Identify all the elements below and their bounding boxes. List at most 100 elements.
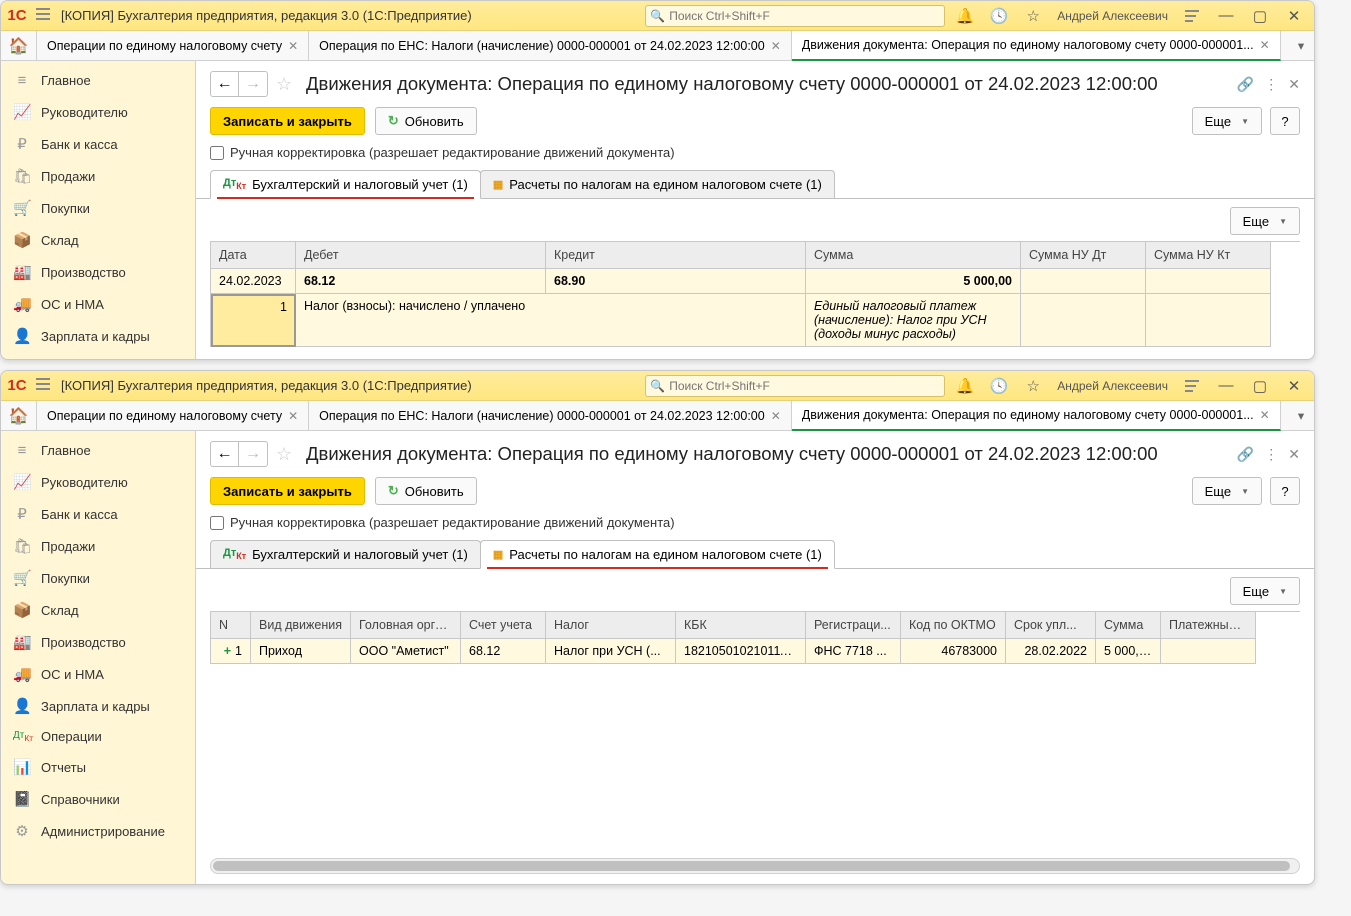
tab-document-movements[interactable]: Движения документа: Операция по единому … xyxy=(792,401,1281,431)
nav-sales[interactable]: 🛍Продажи xyxy=(1,160,195,192)
cell-due[interactable]: 28.02.2022 xyxy=(1006,639,1096,664)
nav-os[interactable]: 🚚ОС и НМА xyxy=(1,658,195,690)
history-icon[interactable]: 🕓 xyxy=(985,375,1013,397)
nav-purch[interactable]: 🛒Покупки xyxy=(1,562,195,594)
cell-debit[interactable]: 68.12 xyxy=(296,269,546,294)
cell-paydoc[interactable] xyxy=(1161,639,1256,664)
kebab-menu-icon[interactable]: ⋮ xyxy=(1264,446,1278,463)
tab-close-icon[interactable]: ✕ xyxy=(771,409,781,423)
more-button[interactable]: Еще xyxy=(1192,477,1262,505)
forward-arrow-icon[interactable]: → xyxy=(239,72,267,96)
nav-reports[interactable]: 📊Отчеты xyxy=(1,751,195,783)
search-input[interactable] xyxy=(669,379,940,393)
nav-ops[interactable]: ДтКтОперации xyxy=(1,722,195,751)
cell-debit-desc[interactable]: Налог (взносы): начислено / уплачено xyxy=(296,294,806,347)
nav-bank[interactable]: ₽Банк и касса xyxy=(1,498,195,530)
star-icon[interactable]: ☆ xyxy=(1019,5,1047,27)
scrollbar-thumb[interactable] xyxy=(213,861,1290,871)
tab-tax-register[interactable]: ▦Расчеты по налогам на едином налоговом … xyxy=(480,540,835,569)
tab-ens-operation[interactable]: Операция по ЕНС: Налоги (начисление) 000… xyxy=(309,31,792,60)
cell-acct[interactable]: 68.12 xyxy=(461,639,546,664)
manual-edit-checkbox[interactable] xyxy=(210,516,224,530)
nav-bank[interactable]: ₽Банк и касса xyxy=(1,128,195,160)
tab-accounting[interactable]: ДтКтБухгалтерский и налоговый учет (1) xyxy=(210,540,481,568)
cell-empty[interactable] xyxy=(1021,294,1146,347)
tab-ens-operation[interactable]: Операция по ЕНС: Налоги (начисление) 000… xyxy=(309,401,792,430)
settings-menu-icon[interactable] xyxy=(1178,375,1206,397)
bell-icon[interactable]: 🔔 xyxy=(951,375,979,397)
tab-tax-register[interactable]: ▦Расчеты по налогам на едином налоговом … xyxy=(480,170,835,198)
cell-sum-nu-kt[interactable] xyxy=(1146,269,1271,294)
refresh-button[interactable]: ↻Обновить xyxy=(375,107,477,135)
tab-accounting[interactable]: ДтКтБухгалтерский и налоговый учет (1) xyxy=(210,170,481,199)
grid-more-button[interactable]: Еще xyxy=(1230,577,1300,605)
nav-salary[interactable]: 👤Зарплата и кадры xyxy=(1,690,195,722)
save-close-button[interactable]: Записать и закрыть xyxy=(210,107,365,135)
nav-manager[interactable]: 📈Руководителю xyxy=(1,96,195,128)
tab-operations-list[interactable]: Операции по единому налоговому счету✕ xyxy=(37,401,309,430)
forward-arrow-icon[interactable]: → xyxy=(239,442,267,466)
nav-stock[interactable]: 📦Склад xyxy=(1,594,195,626)
nav-main[interactable]: ≡Главное xyxy=(1,65,195,96)
link-icon[interactable]: 🔗 xyxy=(1237,446,1254,463)
cell-sum[interactable]: 5 000,00 xyxy=(1096,639,1161,664)
favorite-star-icon[interactable]: ☆ xyxy=(276,444,298,465)
user-name[interactable]: Андрей Алексеевич xyxy=(1053,9,1172,23)
more-button[interactable]: Еще xyxy=(1192,107,1262,135)
nav-main[interactable]: ≡Главное xyxy=(1,435,195,466)
star-icon[interactable]: ☆ xyxy=(1019,375,1047,397)
tab-close-icon[interactable]: ✕ xyxy=(771,39,781,53)
tab-close-icon[interactable]: ✕ xyxy=(288,39,298,53)
close-panel-icon[interactable]: ✕ xyxy=(1288,76,1300,93)
help-button[interactable]: ? xyxy=(1270,477,1300,505)
cell-kbk[interactable]: 1821050102101110... xyxy=(676,639,806,664)
nav-sales[interactable]: 🛍Продажи xyxy=(1,530,195,562)
cell-date[interactable]: 24.02.2023 xyxy=(211,269,296,294)
close-panel-icon[interactable]: ✕ xyxy=(1288,446,1300,463)
global-search[interactable]: 🔍 xyxy=(645,375,945,397)
back-arrow-icon[interactable]: ← xyxy=(211,442,239,466)
tab-overflow-icon[interactable]: ▾ xyxy=(1288,401,1314,430)
home-tab-icon[interactable]: 🏠 xyxy=(1,401,37,430)
cell-tax[interactable]: Налог при УСН (... xyxy=(546,639,676,664)
manual-edit-checkbox[interactable] xyxy=(210,146,224,160)
cell-org[interactable]: ООО "Аметист" xyxy=(351,639,461,664)
cell-sum-nu-dt[interactable] xyxy=(1021,269,1146,294)
history-icon[interactable]: 🕓 xyxy=(985,5,1013,27)
settings-menu-icon[interactable] xyxy=(1178,5,1206,27)
main-menu-icon[interactable] xyxy=(35,7,55,24)
global-search[interactable]: 🔍 xyxy=(645,5,945,27)
nav-dirs[interactable]: 📓Справочники xyxy=(1,783,195,815)
nav-admin[interactable]: ⚙Администрирование xyxy=(1,815,195,847)
nav-stock[interactable]: 📦Склад xyxy=(1,224,195,256)
tab-close-icon[interactable]: ✕ xyxy=(1260,408,1270,422)
kebab-menu-icon[interactable]: ⋮ xyxy=(1264,76,1278,93)
help-button[interactable]: ? xyxy=(1270,107,1300,135)
nav-purch[interactable]: 🛒Покупки xyxy=(1,192,195,224)
nav-manager[interactable]: 📈Руководителю xyxy=(1,466,195,498)
home-tab-icon[interactable]: 🏠 xyxy=(1,31,37,60)
tab-operations-list[interactable]: Операции по единому налоговому счету✕ xyxy=(37,31,309,60)
cell-sum[interactable]: 5 000,00 xyxy=(806,269,1021,294)
nav-salary[interactable]: 👤Зарплата и кадры xyxy=(1,320,195,352)
cell-type[interactable]: Приход xyxy=(251,639,351,664)
save-close-button[interactable]: Записать и закрыть xyxy=(210,477,365,505)
close-icon[interactable]: ✕ xyxy=(1280,375,1308,397)
maximize-icon[interactable]: ▢ xyxy=(1246,375,1274,397)
nav-prod[interactable]: 🏭Производство xyxy=(1,626,195,658)
search-input[interactable] xyxy=(669,9,940,23)
close-icon[interactable]: ✕ xyxy=(1280,5,1308,27)
tab-overflow-icon[interactable]: ▾ xyxy=(1288,31,1314,60)
minimize-icon[interactable]: — xyxy=(1212,5,1240,27)
tab-close-icon[interactable]: ✕ xyxy=(288,409,298,423)
link-icon[interactable]: 🔗 xyxy=(1237,76,1254,93)
horizontal-scrollbar[interactable] xyxy=(210,858,1300,874)
refresh-button[interactable]: ↻Обновить xyxy=(375,477,477,505)
cell-credit[interactable]: 68.90 xyxy=(546,269,806,294)
cell-empty[interactable] xyxy=(1146,294,1271,347)
tab-close-icon[interactable]: ✕ xyxy=(1260,38,1270,52)
bell-icon[interactable]: 🔔 xyxy=(951,5,979,27)
cell-n[interactable]: +1 xyxy=(211,639,251,664)
back-arrow-icon[interactable]: ← xyxy=(211,72,239,96)
favorite-star-icon[interactable]: ☆ xyxy=(276,74,298,95)
